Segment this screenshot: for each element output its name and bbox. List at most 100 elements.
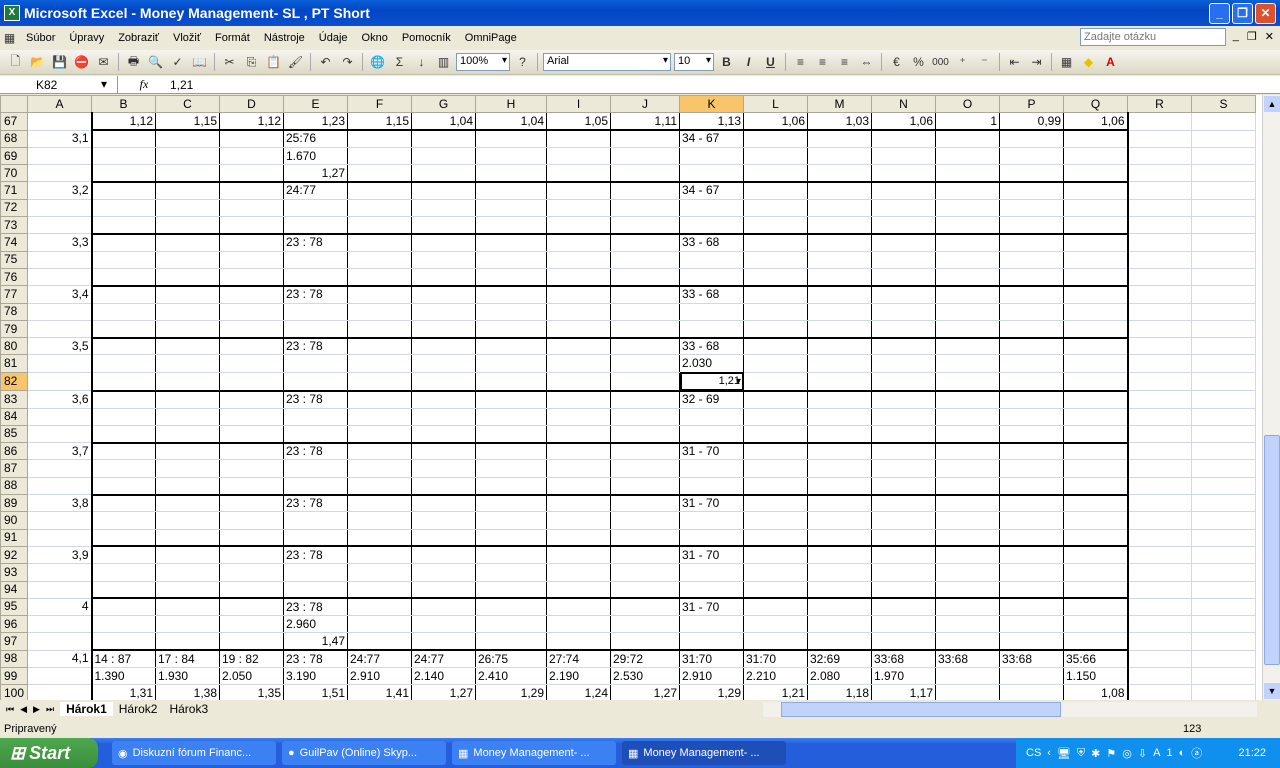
cell-L72[interactable]	[743, 198, 808, 218]
cell-K81[interactable]: 2.030	[679, 354, 744, 373]
cell-D75[interactable]	[219, 250, 284, 269]
cell-D72[interactable]	[219, 198, 284, 218]
cell-O96[interactable]	[935, 615, 1000, 634]
cell-S93[interactable]	[1191, 563, 1256, 582]
cell-S73[interactable]	[1191, 216, 1256, 235]
cell-H92[interactable]	[475, 545, 547, 565]
a-icon[interactable]: A	[1153, 747, 1160, 759]
cell-A67[interactable]	[27, 112, 92, 131]
cell-K99[interactable]: 2.910	[679, 666, 744, 686]
italic-button[interactable]: I	[739, 53, 758, 72]
cell-F69[interactable]	[347, 146, 412, 166]
column-header-I[interactable]: I	[546, 95, 611, 114]
cell-H74[interactable]	[475, 232, 547, 252]
cell-N89[interactable]	[871, 493, 936, 513]
cell-D88[interactable]	[219, 476, 284, 496]
task-excel-1[interactable]: ▦ Money Management- ...	[452, 741, 616, 765]
cell-K82[interactable]: 1,21	[679, 371, 744, 392]
cell-A88[interactable]	[27, 476, 92, 496]
row-header[interactable]: 75	[0, 250, 28, 269]
cell-J67[interactable]: 1,11	[610, 112, 680, 131]
cell-G81[interactable]	[411, 354, 476, 373]
cell-E98[interactable]: 23 : 78	[283, 649, 348, 669]
font-color-icon[interactable]: A	[1101, 53, 1120, 72]
row-header[interactable]: 79	[0, 319, 28, 339]
cell-I95[interactable]	[546, 597, 611, 617]
cell-H93[interactable]	[475, 563, 547, 582]
cell-R96[interactable]	[1127, 615, 1192, 634]
cell-N99[interactable]: 1.970	[871, 666, 936, 686]
cell-Q68[interactable]	[1063, 129, 1129, 148]
cell-R76[interactable]	[1127, 267, 1192, 287]
cell-E94[interactable]	[283, 580, 348, 599]
cell-Q76[interactable]	[1063, 267, 1129, 287]
cell-D93[interactable]	[219, 563, 284, 582]
cell-C75[interactable]	[155, 250, 220, 269]
cell-S86[interactable]	[1191, 442, 1256, 461]
cell-G98[interactable]: 24:77	[411, 649, 476, 669]
cell-E79[interactable]	[283, 319, 348, 339]
cell-Q85[interactable]	[1063, 424, 1129, 444]
cell-C88[interactable]	[155, 476, 220, 496]
decrease-decimal-icon[interactable]: ⁻	[975, 53, 994, 72]
cell-I72[interactable]	[546, 198, 611, 218]
cell-F73[interactable]	[347, 216, 412, 235]
cell-L81[interactable]	[743, 354, 808, 373]
cell-R81[interactable]	[1127, 354, 1192, 373]
cell-K71[interactable]: 34 - 67	[679, 180, 744, 200]
monitor-icon[interactable]: 🖥	[1057, 747, 1071, 760]
cell-Q78[interactable]	[1063, 302, 1129, 321]
cell-D73[interactable]	[219, 216, 284, 235]
cell-C90[interactable]	[155, 511, 220, 530]
cell-B69[interactable]	[90, 146, 156, 166]
cell-M81[interactable]	[807, 354, 872, 373]
cell-N91[interactable]	[871, 528, 936, 547]
cell-B73[interactable]	[90, 216, 156, 235]
cell-A76[interactable]	[27, 267, 92, 287]
cell-M71[interactable]	[807, 180, 872, 200]
cell-M92[interactable]	[807, 545, 872, 565]
cell-C69[interactable]	[155, 146, 220, 166]
cell-G85[interactable]	[411, 424, 476, 444]
cell-B81[interactable]	[90, 354, 156, 373]
column-header-P[interactable]: P	[999, 95, 1064, 114]
cell-R93[interactable]	[1127, 563, 1192, 582]
cell-K95[interactable]: 31 - 70	[679, 597, 744, 617]
cell-E86[interactable]: 23 : 78	[283, 441, 348, 461]
cell-H85[interactable]	[475, 424, 547, 444]
cell-A85[interactable]	[27, 424, 92, 444]
cell-N80[interactable]	[871, 336, 936, 356]
paste-icon[interactable]: 📋	[264, 53, 283, 72]
cell-D87[interactable]	[219, 459, 284, 478]
cell-N97[interactable]	[871, 632, 936, 651]
cell-E72[interactable]	[283, 198, 348, 218]
cell-L92[interactable]	[743, 545, 808, 565]
cell-D95[interactable]	[219, 597, 284, 617]
cell-H99[interactable]: 2.410	[475, 666, 547, 686]
cell-N76[interactable]	[871, 267, 936, 287]
cell-H80[interactable]	[475, 336, 547, 356]
cell-I79[interactable]	[546, 319, 611, 339]
cell-I84[interactable]	[546, 407, 611, 426]
cell-C94[interactable]	[155, 580, 220, 599]
cell-D83[interactable]	[219, 389, 284, 409]
cell-C86[interactable]	[155, 441, 220, 461]
cell-J95[interactable]	[610, 597, 680, 617]
cell-S88[interactable]	[1191, 476, 1256, 496]
column-header-K[interactable]: K	[679, 95, 744, 114]
cell-S83[interactable]	[1191, 390, 1256, 409]
cell-H71[interactable]	[475, 180, 547, 200]
row-header[interactable]: 98	[0, 649, 28, 669]
row-header[interactable]: 89	[0, 494, 28, 513]
cell-N75[interactable]	[871, 250, 936, 269]
cell-D89[interactable]	[219, 493, 284, 513]
cell-I68[interactable]	[546, 129, 611, 148]
cell-H73[interactable]	[475, 216, 547, 235]
cell-G89[interactable]	[411, 493, 476, 513]
cell-O82[interactable]	[935, 371, 1000, 392]
column-header-D[interactable]: D	[219, 95, 284, 114]
cell-L75[interactable]	[743, 250, 808, 269]
cell-D81[interactable]	[219, 354, 284, 373]
cell-C95[interactable]	[155, 597, 220, 617]
cell-E84[interactable]	[283, 407, 348, 426]
